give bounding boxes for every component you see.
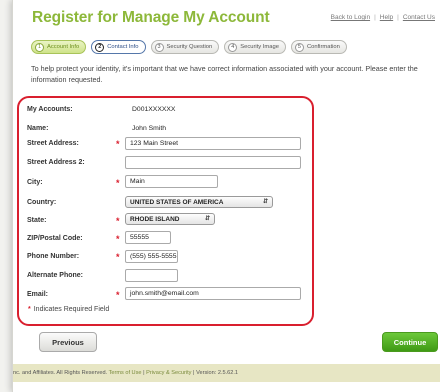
registration-page: Register for Manage My Account Back to L… (12, 0, 440, 392)
copyright-text: nc. and Affiliates. All Rights Reserved. (13, 370, 108, 376)
name-label: Name: (27, 125, 49, 132)
step-number: 3 (154, 42, 164, 52)
version-text: Version: 2.5.62.1 (196, 370, 239, 376)
contact-info-form: My Accounts: D001XXXXXX Name: John Smith… (17, 96, 314, 326)
phone-label: Phone Number: (27, 253, 80, 260)
contact-us-link[interactable]: Contact Us (403, 14, 435, 21)
terms-of-use-link[interactable]: Terms of Use (109, 370, 142, 376)
city-label: City: (27, 179, 43, 186)
street-address-label: Street Address: (27, 140, 79, 147)
required-marker: * (116, 216, 120, 226)
step-number: 2 (95, 42, 105, 52)
page-title: Register for Manage My Account (32, 9, 270, 26)
account-value: D001XXXXXX (132, 106, 176, 113)
help-link[interactable]: Help (380, 14, 393, 21)
city-field[interactable]: Main (125, 175, 218, 188)
continue-button[interactable]: Continue (382, 332, 438, 352)
required-marker: * (116, 139, 120, 149)
step-security-image: 4 Security Image (224, 40, 286, 54)
zip-label: ZIP/Postal Code: (27, 235, 83, 242)
required-marker: * (116, 252, 120, 262)
street-address-field[interactable]: 123 Main Street (125, 137, 301, 150)
footer: nc. and Affiliates. All Rights Reserved.… (13, 364, 440, 382)
top-links: Back to Login | Help | Contact Us (330, 14, 435, 21)
name-value: John Smith (132, 125, 167, 132)
phone-field[interactable]: (555) 555-5555 (125, 250, 178, 263)
previous-button[interactable]: Previous (39, 332, 97, 352)
state-label: State: (27, 217, 47, 224)
state-select[interactable]: RHODE ISLAND ⇵ (125, 213, 215, 225)
select-arrows-icon: ⇵ (204, 216, 210, 222)
account-label: My Accounts: (27, 106, 73, 113)
intro-text: To help protect your identity, it's impo… (31, 64, 418, 84)
step-label: Security Image (240, 44, 279, 50)
required-marker: * (116, 234, 120, 244)
street-address-2-label: Street Address 2: (27, 159, 85, 166)
header: Register for Manage My Account Back to L… (13, 0, 440, 36)
required-marker: * (28, 306, 31, 313)
step-confirmation: 5 Confirmation (290, 40, 347, 54)
state-selected-value: RHODE ISLAND (130, 215, 180, 223)
privacy-security-link[interactable]: Privacy & Security (146, 370, 191, 376)
step-progress: 1 Account Info 2 Contact Info 3 Security… (31, 40, 347, 55)
step-label: Security Question (166, 44, 213, 50)
alternate-phone-label: Alternate Phone: (27, 272, 84, 279)
step-label: Confirmation (306, 44, 340, 50)
zip-field[interactable]: 55555 (125, 231, 171, 244)
country-selected-value: UNITED STATES OF AMERICA (130, 198, 224, 206)
step-security-question: 3 Security Question (150, 40, 220, 54)
step-label: Account Info (47, 44, 80, 50)
step-label: Contact Info (107, 44, 139, 50)
select-arrows-icon: ⇵ (262, 199, 268, 205)
country-select[interactable]: UNITED STATES OF AMERICA ⇵ (125, 196, 273, 208)
email-field[interactable]: john.smith@email.com (125, 287, 301, 300)
required-marker: * (116, 178, 120, 188)
country-label: Country: (27, 199, 57, 206)
required-marker: * (116, 290, 120, 300)
email-label: Email: (27, 291, 49, 298)
step-number: 1 (35, 42, 44, 52)
step-number: 5 (294, 42, 304, 52)
required-note-text: Indicates Required Field (33, 306, 110, 313)
back-to-login-link[interactable]: Back to Login (331, 14, 370, 21)
step-number: 4 (228, 42, 238, 52)
step-contact-info: 2 Contact Info (91, 40, 146, 54)
required-field-note: * Indicates Required Field (28, 306, 109, 313)
street-address-2-field[interactable] (125, 156, 301, 169)
alternate-phone-field[interactable] (125, 269, 178, 282)
step-account-info: 1 Account Info (31, 40, 87, 54)
